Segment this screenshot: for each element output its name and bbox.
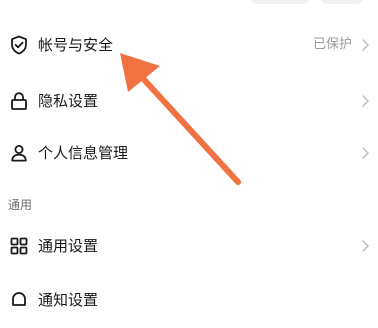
top-button[interactable]: [250, 0, 310, 4]
grid-icon: [10, 237, 28, 255]
section-header-general: 通用: [8, 198, 33, 212]
settings-item-label: 隐私设置: [38, 92, 99, 110]
settings-item-account-security[interactable]: 帐号与安全 已保护: [0, 17, 378, 73]
settings-item-general[interactable]: 通用设置: [0, 218, 378, 274]
settings-item-label: 通知设置: [38, 291, 99, 309]
lock-icon: [11, 92, 27, 110]
settings-item-personal-info[interactable]: 个人信息管理: [0, 125, 378, 181]
settings-item-label: 个人信息管理: [38, 144, 129, 162]
chevron-right-icon: [362, 95, 369, 107]
chevron-right-icon: [362, 240, 369, 252]
top-button[interactable]: [320, 0, 364, 4]
bell-icon: [12, 292, 26, 306]
settings-item-label: 通用设置: [38, 237, 99, 255]
status-value: 已保护: [312, 37, 352, 52]
settings-item-privacy[interactable]: 隐私设置: [0, 73, 378, 129]
chevron-right-icon: [362, 39, 369, 51]
settings-item-label: 帐号与安全: [38, 36, 114, 54]
shield-check-icon: [11, 35, 27, 55]
chevron-right-icon: [362, 147, 369, 159]
person-icon: [11, 145, 27, 162]
top-strip: [0, 0, 378, 12]
settings-item-notifications[interactable]: 通知设置: [0, 272, 378, 328]
